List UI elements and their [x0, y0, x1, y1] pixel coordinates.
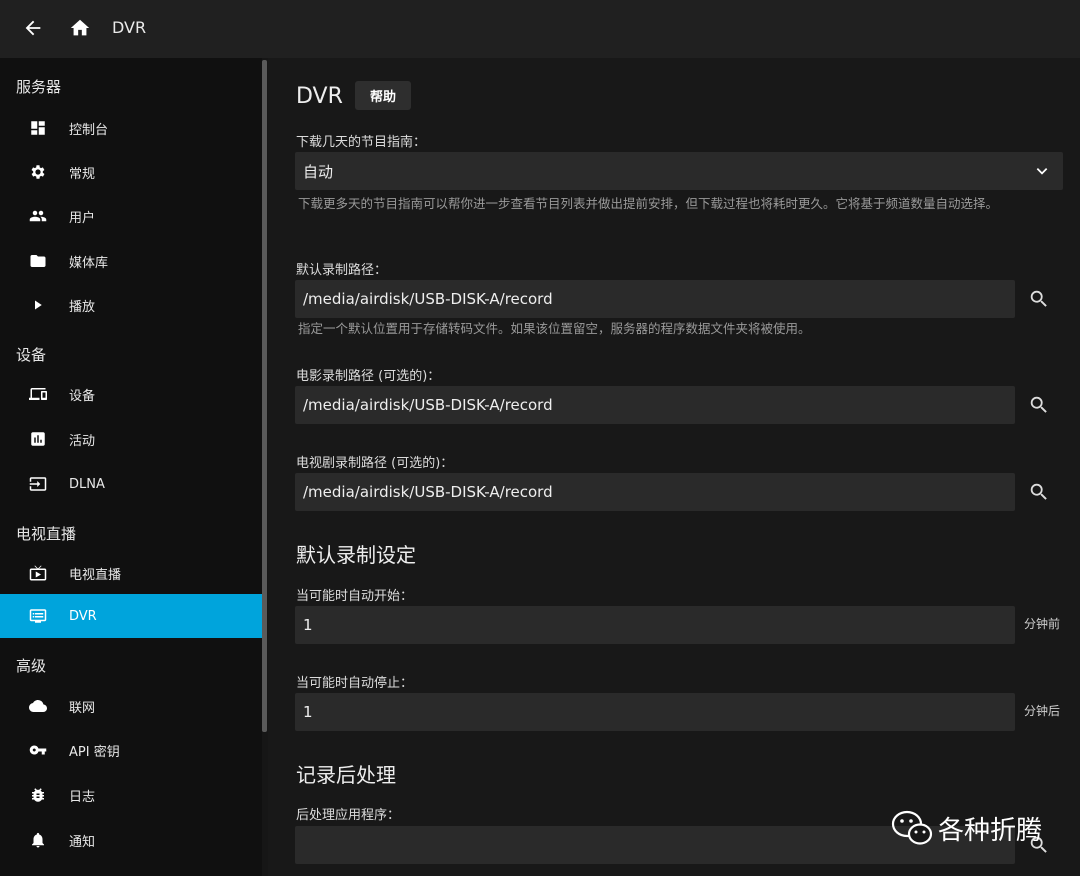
play-icon — [29, 296, 47, 314]
sidebar-item-dvr[interactable]: DVR — [0, 594, 262, 638]
search-icon — [1030, 483, 1047, 500]
sidebar-item-library[interactable]: 媒体库 — [0, 239, 262, 283]
sidebar-item-dashboard[interactable]: 控制台 — [0, 106, 262, 150]
pre-padding-value: 1 — [303, 616, 313, 634]
movie-path-label: 电影录制路径 (可选的)： — [296, 369, 441, 384]
search-icon — [1030, 290, 1047, 307]
default-path-browse-button[interactable] — [1026, 286, 1052, 312]
page-title: DVR — [296, 84, 343, 109]
sidebar-item-label: API 密钥 — [69, 744, 120, 760]
guide-days-value: 自动 — [303, 162, 334, 181]
sidebar-item-notifications[interactable]: 通知 — [0, 818, 262, 862]
sidebar-section-server: 服务器 — [16, 78, 62, 96]
guide-days-hint: 下载更多天的节目指南可以帮你进一步查看节目列表并做出提前安排，但下载过程也将耗时… — [298, 196, 999, 211]
movie-path-browse-button[interactable] — [1026, 392, 1052, 418]
sidebar-section-livetv: 电视直播 — [16, 525, 77, 543]
sidebar-item-label: 常规 — [69, 166, 96, 182]
sidebar-item-label: 电视直播 — [69, 567, 122, 583]
sidebar-item-dlna[interactable]: DLNA — [0, 462, 262, 506]
chevron-down-icon — [1036, 168, 1048, 175]
people-icon — [29, 207, 47, 225]
series-path-browse-button[interactable] — [1026, 479, 1052, 505]
default-path-value: /media/airdisk/USB-DISK-A/record — [303, 290, 553, 308]
help-button[interactable]: 帮助 — [355, 81, 411, 110]
sidebar-scrollbar-thumb[interactable] — [262, 60, 267, 732]
sidebar-item-networking[interactable]: 联网 — [0, 684, 262, 728]
sidebar-item-activity[interactable]: 活动 — [0, 417, 262, 461]
app-header: DVR — [0, 0, 1080, 58]
guide-days-label: 下载几天的节目指南： — [296, 135, 427, 150]
sidebar-section-devices: 设备 — [16, 346, 47, 364]
sidebar-item-label: 活动 — [69, 433, 96, 449]
bell-icon — [29, 831, 47, 849]
sidebar-item-label: 日志 — [69, 789, 96, 805]
sidebar-item-general[interactable]: 常规 — [0, 150, 262, 194]
dashboard-icon — [29, 119, 47, 137]
home-icon[interactable] — [69, 17, 91, 39]
default-path-input[interactable]: /media/airdisk/USB-DISK-A/record — [295, 280, 1015, 318]
sidebar-item-livetv[interactable]: 电视直播 — [0, 551, 262, 595]
default-settings-heading: 默认录制设定 — [296, 543, 416, 567]
sidebar-item-api-keys[interactable]: API 密钥 — [0, 728, 262, 772]
post-padding-unit: 分钟后 — [1024, 704, 1061, 718]
bar-chart-icon — [29, 430, 47, 448]
default-path-hint: 指定一个默认位置用于存储转码文件。如果该位置留空，服务器的程序数据文件夹将被使用… — [298, 321, 811, 336]
bug-icon — [29, 786, 47, 804]
sidebar-item-label: DLNA — [69, 476, 105, 492]
sidebar-item-label: 设备 — [69, 388, 96, 404]
sidebar-item-label: 联网 — [69, 700, 96, 716]
sidebar-item-label: DVR — [69, 608, 97, 624]
gear-icon — [29, 163, 47, 181]
default-path-label: 默认录制路径： — [296, 263, 388, 278]
post-processor-label: 后处理应用程序： — [296, 808, 401, 823]
sidebar-item-devices[interactable]: 设备 — [0, 372, 262, 416]
sidebar-item-label: 控制台 — [69, 122, 109, 138]
pre-padding-label: 当可能时自动开始： — [296, 589, 414, 604]
sidebar-section-advanced: 高级 — [16, 657, 47, 675]
key-icon — [29, 741, 47, 759]
sidebar-item-label: 媒体库 — [69, 255, 109, 271]
sidebar-item-logs[interactable]: 日志 — [0, 773, 262, 817]
sidebar-item-label: 播放 — [69, 299, 96, 315]
post-padding-input[interactable]: 1 — [295, 693, 1015, 731]
series-path-input[interactable]: /media/airdisk/USB-DISK-A/record — [295, 473, 1015, 511]
folder-icon — [29, 252, 47, 270]
series-path-label: 电视剧录制路径 (可选的)： — [296, 456, 454, 471]
series-path-value: /media/airdisk/USB-DISK-A/record — [303, 483, 553, 501]
movie-path-value: /media/airdisk/USB-DISK-A/record — [303, 396, 553, 414]
pre-padding-input[interactable]: 1 — [295, 606, 1015, 644]
sidebar-item-label: 用户 — [69, 210, 96, 226]
post-padding-value: 1 — [303, 703, 313, 721]
cloud-icon — [29, 697, 47, 715]
watermark: 各种折腾 — [890, 808, 1042, 848]
sidebar-item-users[interactable]: 用户 — [0, 194, 262, 238]
input-icon — [29, 475, 47, 493]
post-processing-heading: 记录后处理 — [296, 763, 396, 787]
wechat-icon — [891, 810, 933, 845]
live-tv-icon — [29, 564, 47, 582]
search-icon — [1030, 396, 1047, 413]
devices-icon — [29, 385, 47, 403]
header-title: DVR — [112, 18, 147, 37]
sidebar-item-playback[interactable]: 播放 — [0, 283, 262, 327]
watermark-text: 各种折腾 — [938, 815, 1043, 846]
sidebar-item-label: 通知 — [69, 834, 96, 850]
post-padding-label: 当可能时自动停止： — [296, 676, 414, 691]
guide-days-select[interactable]: 自动 — [295, 152, 1063, 190]
back-arrow-icon[interactable] — [22, 17, 44, 39]
pre-padding-unit: 分钟前 — [1024, 617, 1061, 631]
movie-path-input[interactable]: /media/airdisk/USB-DISK-A/record — [295, 386, 1015, 424]
dvr-icon — [29, 607, 47, 625]
